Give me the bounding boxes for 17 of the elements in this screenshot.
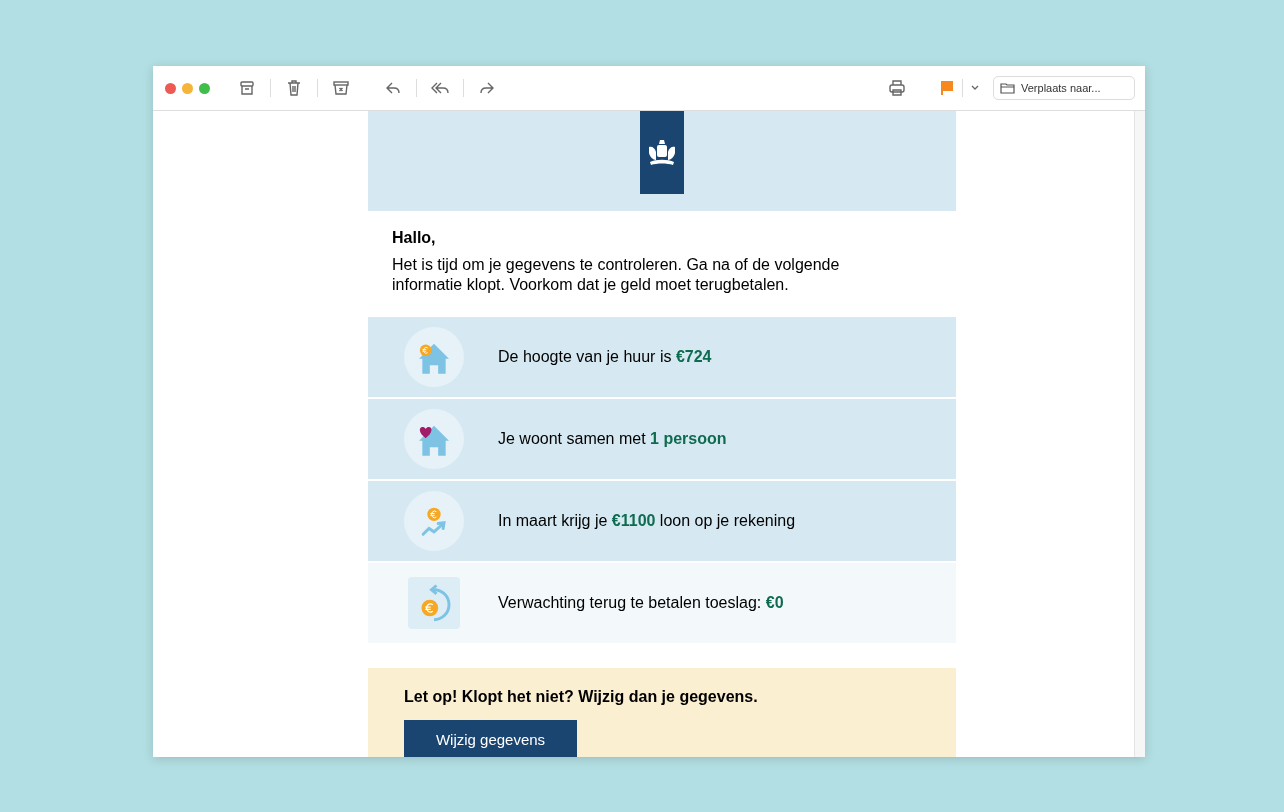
scrollbar[interactable] <box>1134 111 1145 757</box>
close-button[interactable] <box>165 82 176 94</box>
greeting: Hallo, <box>392 229 437 247</box>
trash-icon[interactable] <box>285 79 303 97</box>
folder-icon <box>1000 82 1015 94</box>
info-text: Verwachting terug te betalen toeslag: €0 <box>498 594 784 612</box>
junk-box-icon[interactable] <box>332 79 350 97</box>
info-text: De hoogte van je huur is €724 <box>498 348 712 366</box>
move-to-field[interactable]: Verplaats naar... <box>993 76 1135 100</box>
print-icon[interactable] <box>888 79 906 97</box>
chevron-down-icon[interactable] <box>971 85 979 91</box>
info-text: Je woont samen met 1 persoon <box>498 430 727 448</box>
change-details-button[interactable]: Wijzig gegevens <box>404 720 577 757</box>
info-text: In maart krijg je €1100 loon op je rekening <box>498 512 796 530</box>
archive-icon[interactable] <box>238 79 256 97</box>
notice-text: Let op! Klopt het niet? Wijzig dan je gegevens. <box>404 688 759 706</box>
intro-paragraph: Het is tijd om je gegevens te controleren. Ga na of de volgende informatie klopt. Voorkom dat je geld moet terugbetalen. <box>392 255 841 295</box>
